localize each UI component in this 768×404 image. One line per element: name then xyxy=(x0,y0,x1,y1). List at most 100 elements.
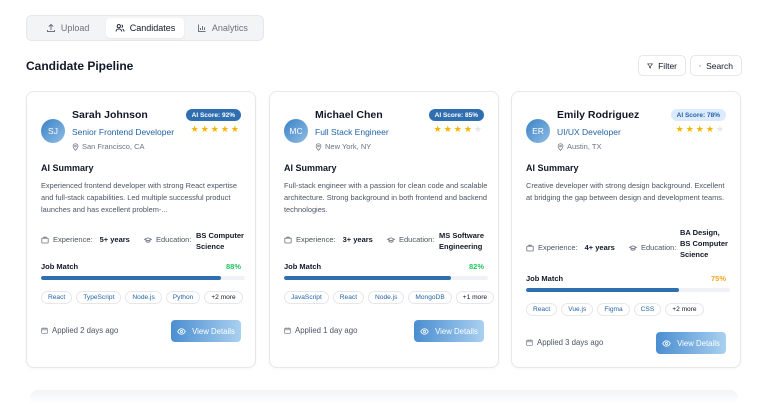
tab-analytics[interactable]: Analytics xyxy=(184,18,261,38)
education-value: MS Software Engineering xyxy=(439,230,484,252)
star-icon: ★ xyxy=(190,124,199,134)
avatar: SJ xyxy=(41,119,65,143)
star-icon: ★ xyxy=(463,124,472,134)
map-pin-icon xyxy=(72,142,79,151)
ai-summary-text: Creative developer with strong design ba… xyxy=(526,181,725,202)
experience-label: Experience: xyxy=(538,243,578,252)
star-icon: ★ xyxy=(473,124,482,134)
filter-button[interactable]: Filter xyxy=(638,55,686,76)
star-icon: ★ xyxy=(230,124,239,134)
job-match-percent: 88% xyxy=(225,262,241,271)
search-label: Search xyxy=(706,60,733,71)
education-line: BA Design, xyxy=(680,228,720,237)
location-text: Austin, TX xyxy=(567,142,602,151)
filter-icon xyxy=(647,63,654,69)
experience-value: 4+ years xyxy=(584,243,615,252)
view-details-button[interactable]: View Details xyxy=(414,320,484,342)
skill-tag[interactable]: React xyxy=(526,303,558,316)
eye-icon xyxy=(420,327,429,335)
candidate-role: Senior Frontend Developer xyxy=(72,127,175,137)
ai-score-badge: AI Score: 85% xyxy=(428,109,484,121)
briefcase-icon xyxy=(41,236,49,243)
skill-tag[interactable]: Vue.js xyxy=(561,303,594,316)
skill-tag[interactable]: React xyxy=(41,291,73,304)
job-match-label: Job Match xyxy=(41,262,79,271)
tab-candidates[interactable]: Candidates xyxy=(106,18,184,38)
skill-tag[interactable]: TypeScript xyxy=(76,291,122,304)
job-match-percent: 82% xyxy=(468,262,484,271)
applied-text: Applied 1 day ago xyxy=(295,326,358,335)
map-pin-icon xyxy=(557,142,564,151)
job-match-label: Job Match xyxy=(526,274,564,283)
skill-tag[interactable]: CSS xyxy=(633,303,662,316)
star-icon: ★ xyxy=(220,124,229,134)
candidate-location: Austin, TX xyxy=(557,142,601,151)
star-icon: ★ xyxy=(453,124,462,134)
view-details-button[interactable]: View Details xyxy=(656,332,726,354)
users-icon xyxy=(115,24,125,32)
star-icon: ★ xyxy=(675,124,684,134)
candidate-card[interactable]: SJ Sarah Johnson Senior Frontend Develop… xyxy=(26,91,256,368)
education-info: Education: xyxy=(629,243,676,252)
education-line: BS Computer xyxy=(680,239,728,248)
skill-tag[interactable]: Figma xyxy=(597,303,630,316)
location-text: San Francisco, CA xyxy=(82,142,145,151)
skill-tag[interactable]: React xyxy=(332,291,365,304)
star-icon: ★ xyxy=(715,124,724,134)
education-line: Science xyxy=(196,242,225,251)
education-label: Education: xyxy=(641,243,677,252)
graduation-cap-icon xyxy=(629,244,637,251)
star-icon: ★ xyxy=(443,124,452,134)
candidate-role: Full Stack Engineer xyxy=(315,127,389,137)
ai-score-badge: AI Score: 92% xyxy=(185,109,241,121)
candidate-card[interactable]: MC Michael Chen Full Stack Engineer New … xyxy=(269,91,499,368)
applied-date: Applied 2 days ago xyxy=(41,326,118,335)
skill-tag[interactable]: Node.js xyxy=(125,291,162,304)
map-pin-icon xyxy=(315,142,322,151)
star-rating: ★ ★ ★ ★ ★ xyxy=(191,125,239,134)
candidate-name: Michael Chen xyxy=(315,109,383,121)
more-skills-tag[interactable]: +1 more xyxy=(455,291,495,304)
candidate-card[interactable]: ER Emily Rodriguez UI/UX Developer Austi… xyxy=(511,91,741,368)
more-skills-tag[interactable]: +2 more xyxy=(204,291,243,304)
education-label: Education: xyxy=(399,235,435,244)
ai-summary-title: AI Summary xyxy=(526,163,579,173)
tab-label: Upload xyxy=(60,23,90,33)
applied-text: Applied 2 days ago xyxy=(52,326,119,335)
job-match-bar xyxy=(41,276,245,280)
experience-info: Experience: 4+ years xyxy=(526,243,615,252)
education-line: Engineering xyxy=(439,242,483,251)
ai-summary-title: AI Summary xyxy=(284,163,337,173)
star-icon: ★ xyxy=(685,124,694,134)
star-icon: ★ xyxy=(705,124,714,134)
ai-score-badge: AI Score: 78% xyxy=(670,109,726,121)
skill-tags: JavaScript React Node.js MongoDB +1 more xyxy=(284,291,495,304)
star-icon: ★ xyxy=(433,124,442,134)
next-section-edge xyxy=(30,390,738,404)
briefcase-icon xyxy=(284,236,292,243)
skill-tag[interactable]: JavaScript xyxy=(284,291,329,304)
bar-chart-icon xyxy=(197,24,206,32)
more-skills-tag[interactable]: +2 more xyxy=(665,303,704,316)
eye-icon xyxy=(662,339,671,347)
tab-upload[interactable]: Upload xyxy=(29,18,106,38)
job-match-bar-fill xyxy=(284,276,452,280)
graduation-cap-icon xyxy=(144,236,152,243)
calendar-icon xyxy=(41,327,48,334)
avatar: MC xyxy=(284,119,308,143)
experience-info: Experience: 3+ years xyxy=(284,235,373,244)
job-match-percent: 75% xyxy=(710,274,726,283)
job-match-bar xyxy=(526,288,730,292)
page-title: Candidate Pipeline xyxy=(26,59,134,73)
candidate-location: New York, NY xyxy=(315,142,371,151)
search-button[interactable]: Search xyxy=(690,55,742,76)
education-info: Education: xyxy=(387,235,434,244)
education-value: BS Computer Science xyxy=(196,230,244,252)
skill-tag[interactable]: Python xyxy=(165,291,201,304)
view-details-button[interactable]: View Details xyxy=(171,320,241,342)
skill-tag[interactable]: MongoDB xyxy=(408,291,452,304)
job-match-label: Job Match xyxy=(284,262,322,271)
briefcase-icon xyxy=(526,244,534,251)
education-label: Education: xyxy=(156,235,192,244)
skill-tag[interactable]: Node.js xyxy=(368,291,405,304)
